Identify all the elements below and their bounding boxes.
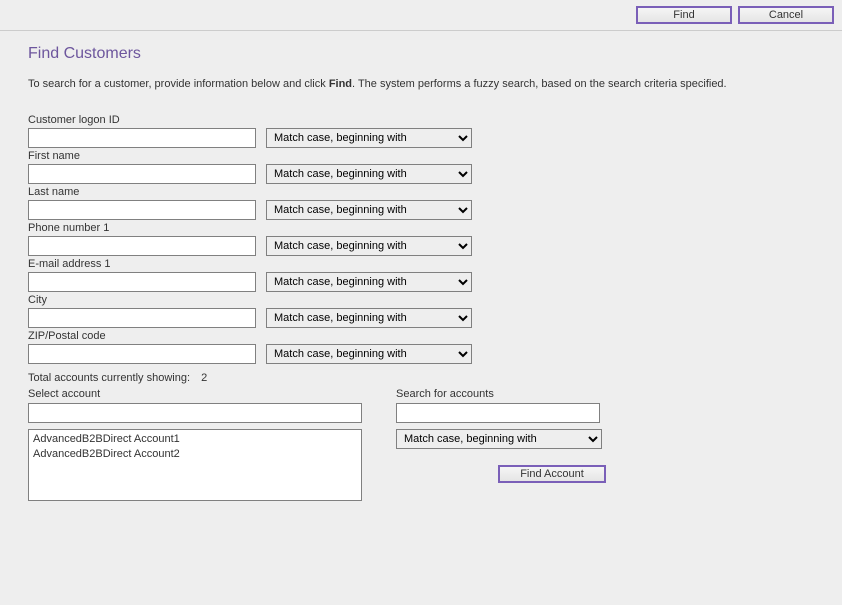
logon-input[interactable]	[28, 128, 256, 148]
phone1-label: Phone number 1	[28, 222, 814, 234]
search-accounts-label: Search for accounts	[396, 388, 606, 400]
first-name-label: First name	[28, 150, 814, 162]
city-match-select[interactable]: Match case, beginning with	[266, 308, 472, 328]
zip-match-select[interactable]: Match case, beginning with	[266, 344, 472, 364]
zip-input[interactable]	[28, 344, 256, 364]
search-accounts-match-select[interactable]: Match case, beginning with	[396, 429, 602, 449]
intro-text: To search for a customer, provide inform…	[28, 77, 814, 92]
search-accounts-input[interactable]	[396, 403, 600, 423]
cancel-button[interactable]: Cancel	[738, 6, 834, 24]
last-name-label: Last name	[28, 186, 814, 198]
find-account-button[interactable]: Find Account	[498, 465, 606, 483]
find-account-row: Find Account	[396, 465, 606, 483]
accounts-section: Select account AdvancedB2BDirect Account…	[28, 388, 814, 501]
totals-count: 2	[201, 372, 207, 384]
last-name-match-select[interactable]: Match case, beginning with	[266, 200, 472, 220]
phone1-input[interactable]	[28, 236, 256, 256]
field-last-name: Last name Match case, beginning with	[28, 186, 814, 220]
city-input[interactable]	[28, 308, 256, 328]
intro-bold: Find	[329, 78, 352, 90]
phone1-match-select[interactable]: Match case, beginning with	[266, 236, 472, 256]
field-logon: Customer logon ID Match case, beginning …	[28, 114, 814, 148]
account-listbox[interactable]: AdvancedB2BDirect Account1 AdvancedB2BDi…	[28, 429, 362, 501]
city-label: City	[28, 294, 814, 306]
find-button[interactable]: Find	[636, 6, 732, 24]
email1-input[interactable]	[28, 272, 256, 292]
intro-post: . The system performs a fuzzy search, ba…	[352, 78, 727, 90]
field-phone1: Phone number 1 Match case, beginning wit…	[28, 222, 814, 256]
accounts-right: Search for accounts Match case, beginnin…	[396, 388, 606, 483]
top-toolbar: Find Cancel	[0, 0, 842, 31]
intro-pre: To search for a customer, provide inform…	[28, 78, 329, 90]
selected-account-input[interactable]	[28, 403, 362, 423]
list-item[interactable]: AdvancedB2BDirect Account2	[33, 447, 357, 462]
zip-label: ZIP/Postal code	[28, 330, 814, 342]
first-name-input[interactable]	[28, 164, 256, 184]
email1-match-select[interactable]: Match case, beginning with	[266, 272, 472, 292]
logon-label: Customer logon ID	[28, 114, 814, 126]
totals-row: Total accounts currently showing: 2	[28, 372, 814, 384]
content-area: Find Customers To search for a customer,…	[0, 31, 842, 521]
field-email1: E-mail address 1 Match case, beginning w…	[28, 258, 814, 292]
page-title: Find Customers	[28, 45, 814, 63]
list-item[interactable]: AdvancedB2BDirect Account1	[33, 432, 357, 447]
select-account-label: Select account	[28, 388, 362, 400]
email1-label: E-mail address 1	[28, 258, 814, 270]
field-zip: ZIP/Postal code Match case, beginning wi…	[28, 330, 814, 364]
totals-label: Total accounts currently showing:	[28, 372, 190, 384]
field-first-name: First name Match case, beginning with	[28, 150, 814, 184]
first-name-match-select[interactable]: Match case, beginning with	[266, 164, 472, 184]
logon-match-select[interactable]: Match case, beginning with	[266, 128, 472, 148]
accounts-left: Select account AdvancedB2BDirect Account…	[28, 388, 362, 501]
field-city: City Match case, beginning with	[28, 294, 814, 328]
last-name-input[interactable]	[28, 200, 256, 220]
